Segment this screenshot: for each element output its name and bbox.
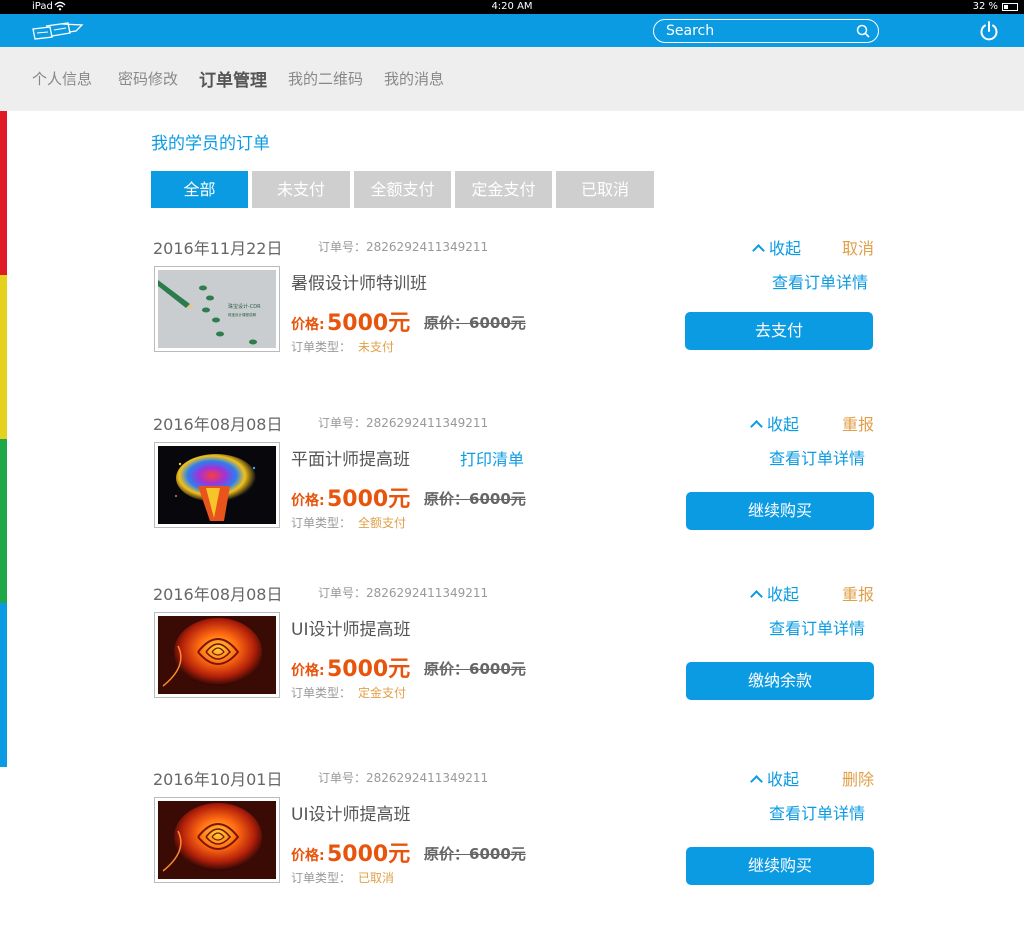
reapply-link[interactable]: 重报 bbox=[842, 581, 874, 605]
continue-purchase-button[interactable]: 继续购买 bbox=[686, 492, 874, 530]
print-list-link[interactable]: 打印清单 bbox=[460, 446, 524, 470]
pencil-drawing-image: 珠宝设计-CDR 珠宝设计课程讲解 bbox=[158, 270, 276, 348]
fire-rose-image bbox=[158, 801, 276, 879]
collapse-button[interactable]: 收起 bbox=[752, 235, 801, 259]
order-type-value: 已取消 bbox=[358, 871, 395, 885]
original-price: 原价：6000元 bbox=[424, 314, 526, 332]
order-number: 订单号：2826292411349211 bbox=[318, 416, 489, 430]
view-order-detail-link[interactable]: 查看订单详情 bbox=[769, 615, 865, 639]
collapse-button[interactable]: 收起 bbox=[750, 411, 799, 435]
nav-item-messages[interactable]: 我的消息 bbox=[384, 68, 444, 89]
order-number: 订单号：2826292411349211 bbox=[318, 240, 489, 254]
svg-text:珠宝设计-CDR: 珠宝设计-CDR bbox=[228, 303, 261, 310]
search-icon[interactable] bbox=[856, 24, 870, 38]
collapse-button[interactable]: 收起 bbox=[750, 581, 799, 605]
view-order-detail-link[interactable]: 查看订单详情 bbox=[769, 800, 865, 824]
chevron-up-icon bbox=[752, 244, 765, 257]
price-label: 价格: bbox=[291, 848, 325, 864]
tab-deposit-paid[interactable]: 定金支付 bbox=[455, 171, 552, 208]
order-type-value: 全额支付 bbox=[358, 516, 407, 530]
search-input[interactable] bbox=[666, 22, 846, 40]
price-label: 价格: bbox=[291, 663, 325, 679]
order-type-label: 订单类型： bbox=[291, 686, 352, 700]
order-date: 2016年11月22日 bbox=[153, 239, 283, 258]
svg-text:珠宝设计课程讲解: 珠宝设计课程讲解 bbox=[228, 312, 256, 317]
nav-item-qrcode[interactable]: 我的二维码 bbox=[288, 68, 363, 89]
course-thumbnail bbox=[154, 612, 280, 698]
course-thumbnail bbox=[154, 442, 280, 528]
price-label: 价格: bbox=[291, 317, 325, 333]
order-type-value: 定金支付 bbox=[358, 686, 407, 700]
battery-percent: 32 % bbox=[972, 1, 998, 12]
price-value: 5000元 bbox=[327, 311, 411, 336]
course-name: UI设计师提高班 bbox=[291, 620, 411, 640]
order-date: 2016年08月08日 bbox=[153, 415, 283, 434]
reapply-link[interactable]: 重报 bbox=[842, 411, 874, 435]
cancel-link[interactable]: 取消 bbox=[842, 235, 874, 259]
course-name: UI设计师提高班 bbox=[291, 805, 411, 825]
original-price: 原价：6000元 bbox=[424, 845, 526, 863]
tab-cancelled[interactable]: 已取消 bbox=[556, 171, 654, 208]
original-price: 原价：6000元 bbox=[424, 490, 526, 508]
price-value: 5000元 bbox=[327, 842, 411, 867]
color-splash-image bbox=[158, 446, 276, 524]
battery-icon bbox=[1002, 3, 1018, 11]
original-price: 原价：6000元 bbox=[424, 660, 526, 678]
search-box[interactable] bbox=[653, 19, 879, 43]
main-nav: 个人信息 密码修改 订单管理 我的二维码 我的消息 bbox=[0, 47, 1024, 111]
chevron-up-icon bbox=[750, 775, 763, 788]
nav-item-orders[interactable]: 订单管理 bbox=[199, 66, 267, 91]
nav-item-password[interactable]: 密码修改 bbox=[118, 68, 178, 89]
order-type-label: 订单类型： bbox=[291, 871, 352, 885]
order-date: 2016年08月08日 bbox=[153, 585, 283, 604]
tab-all[interactable]: 全部 bbox=[151, 171, 248, 208]
nav-item-profile[interactable]: 个人信息 bbox=[32, 68, 92, 89]
course-thumbnail: 珠宝设计-CDR 珠宝设计课程讲解 bbox=[154, 266, 280, 352]
chevron-up-icon bbox=[750, 590, 763, 603]
course-thumbnail bbox=[154, 797, 280, 883]
order-number: 订单号：2826292411349211 bbox=[318, 586, 489, 600]
status-bar: iPad 4:20 AM 32 % bbox=[0, 0, 1024, 14]
view-order-detail-link[interactable]: 查看订单详情 bbox=[772, 269, 868, 293]
order-card: 2016年10月01日 订单号：2826292411349211 收起 删除 U… bbox=[0, 766, 1024, 916]
price-value: 5000元 bbox=[327, 487, 411, 512]
tab-unpaid[interactable]: 未支付 bbox=[252, 171, 350, 208]
order-date: 2016年10月01日 bbox=[153, 770, 283, 789]
order-card: 2016年11月22日 订单号：2826292411349211 收起 取消 珠… bbox=[0, 235, 1024, 385]
course-name: 平面计师提高班 bbox=[291, 450, 410, 470]
course-name: 暑假设计师特训班 bbox=[291, 274, 427, 294]
clock: 4:20 AM bbox=[491, 1, 533, 12]
order-card: 2016年08月08日 订单号：2826292411349211 收起 重报 平 bbox=[0, 411, 1024, 561]
continue-purchase-button[interactable]: 继续购买 bbox=[686, 847, 874, 885]
top-header bbox=[0, 14, 1024, 47]
price-label: 价格: bbox=[291, 493, 325, 509]
collapse-button[interactable]: 收起 bbox=[750, 766, 799, 790]
fire-rose-image bbox=[158, 616, 276, 694]
order-type-value: 未支付 bbox=[358, 340, 395, 354]
order-card: 2016年08月08日 订单号：2826292411349211 收起 重报 U… bbox=[0, 581, 1024, 731]
pay-balance-button[interactable]: 缴纳余款 bbox=[686, 662, 874, 700]
power-icon[interactable] bbox=[978, 20, 1000, 42]
order-number: 订单号：2826292411349211 bbox=[318, 771, 489, 785]
page-title: 我的学员的订单 bbox=[151, 134, 270, 154]
tab-full-paid[interactable]: 全额支付 bbox=[354, 171, 451, 208]
delete-link[interactable]: 删除 bbox=[842, 766, 874, 790]
pay-button[interactable]: 去支付 bbox=[685, 312, 873, 350]
view-order-detail-link[interactable]: 查看订单详情 bbox=[769, 445, 865, 469]
logo-icon bbox=[32, 22, 84, 40]
chevron-up-icon bbox=[750, 420, 763, 433]
order-type-label: 订单类型： bbox=[291, 516, 352, 530]
order-type-label: 订单类型： bbox=[291, 340, 352, 354]
price-value: 5000元 bbox=[327, 657, 411, 682]
